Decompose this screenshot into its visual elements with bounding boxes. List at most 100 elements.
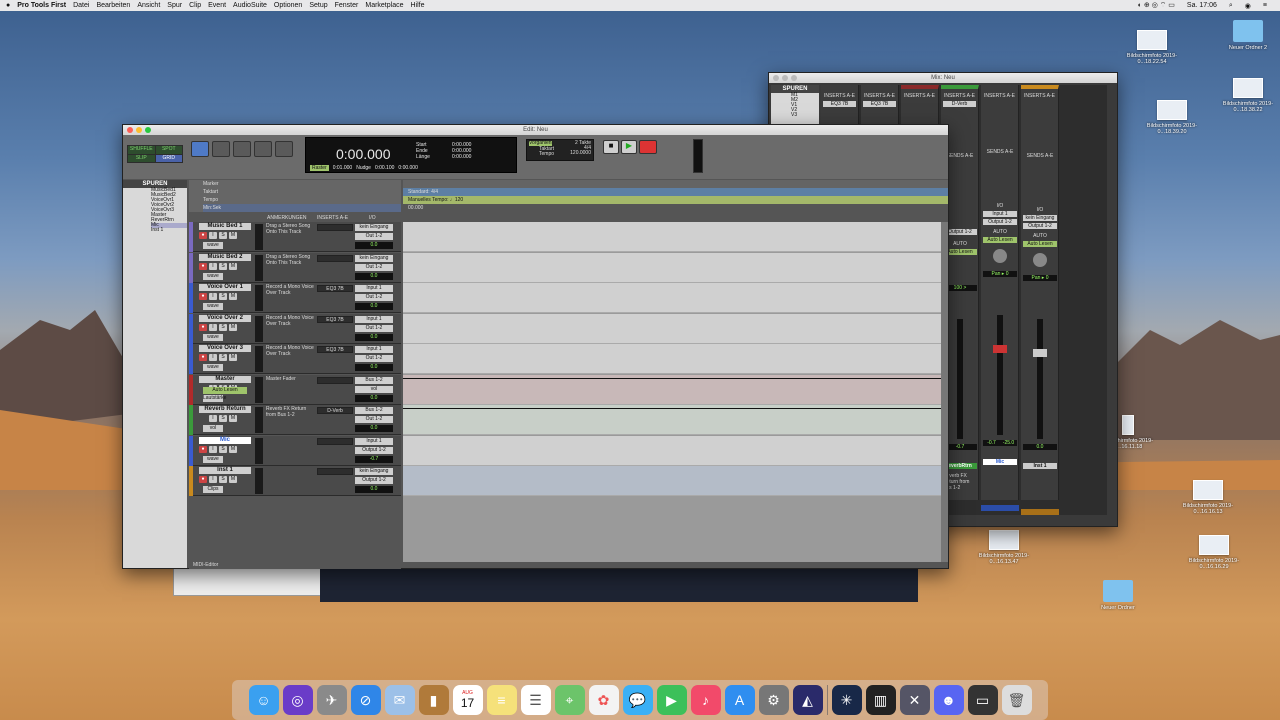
menu-clock[interactable]: Sa. 17:06	[1187, 2, 1217, 9]
facetime-icon[interactable]: ▶	[656, 685, 687, 715]
fader-track[interactable]	[1037, 319, 1043, 439]
input-monitor-button[interactable]: I	[209, 415, 217, 422]
volume-readout[interactable]: 0.0	[355, 303, 393, 310]
menu-fenster[interactable]: Fenster	[335, 2, 359, 9]
record-button[interactable]	[639, 140, 657, 154]
counter-value[interactable]: 0:00.000	[336, 146, 391, 162]
stop-button[interactable]: ■	[603, 140, 619, 154]
record-enable-button[interactable]: ●	[199, 476, 207, 483]
maps-icon[interactable]: ⌖	[554, 685, 585, 715]
menu-optionen[interactable]: Optionen	[274, 2, 302, 9]
input-selector[interactable]: kein Eingang	[355, 468, 393, 475]
mix-track-item[interactable]: V3	[791, 113, 819, 118]
insert-slot[interactable]	[317, 468, 353, 475]
reminders-icon[interactable]: ☰	[520, 685, 551, 715]
insert-slot[interactable]: D-Verb	[943, 101, 976, 107]
mute-button[interactable]: M	[229, 415, 237, 422]
input-selector[interactable]: Input 1	[983, 211, 1017, 217]
mute-button[interactable]: M	[229, 445, 237, 453]
track-name[interactable]: Music Bed 2	[199, 253, 251, 261]
menu-bearbeiten[interactable]: Bearbeiten	[96, 2, 130, 9]
input-selector[interactable]: Input 1	[355, 315, 393, 323]
volume-readout[interactable]: 0.0	[355, 242, 393, 249]
track-header[interactable]: Reverb Return I S Mvol Reverb FX Return from…	[189, 405, 401, 435]
app-icon[interactable]: ✳	[831, 685, 862, 715]
input-monitor-button[interactable]: I	[209, 445, 217, 453]
input-selector[interactable]: Bus 1-2	[355, 376, 393, 384]
track-name[interactable]: Voice Over 2	[199, 314, 251, 322]
automation-selector[interactable]: Auto Lesen	[203, 386, 247, 394]
track-playlist[interactable]	[403, 313, 941, 344]
output-selector[interactable]: Out 1-2	[355, 355, 393, 362]
trash-icon[interactable]: 🗑	[1001, 685, 1032, 715]
menu-datei[interactable]: Datei	[73, 2, 89, 9]
input-selector[interactable]: kein Eingang	[1023, 215, 1057, 221]
grabber-tool-icon[interactable]	[254, 141, 272, 157]
menu-clip[interactable]: Clip	[189, 2, 201, 9]
volume-readout[interactable]: 0.0	[355, 425, 393, 432]
photos-icon[interactable]: ✿	[588, 685, 619, 715]
record-enable-button[interactable]: ●	[199, 445, 207, 453]
music-icon[interactable]: ♪	[690, 685, 721, 715]
keyboard-app-icon[interactable]: ▥	[865, 685, 896, 715]
track-comment[interactable]: Record a Mono Voice Over Track	[266, 345, 314, 357]
minimize-button[interactable]	[136, 127, 142, 133]
input-monitor-button[interactable]: I	[209, 293, 217, 300]
track-header[interactable]: Voice Over 3 ● I S Mwave Record a Mono Voice …	[189, 344, 401, 374]
insert-slot[interactable]	[317, 224, 353, 231]
insert-slot[interactable]	[317, 376, 353, 384]
desktop-file[interactable]: Bildschirmfoto 2019-0...16.16.29	[1184, 535, 1244, 570]
track-comment[interactable]: Master Fader	[266, 376, 314, 382]
launchpad-icon[interactable]: ✈	[316, 685, 347, 715]
mode-spot[interactable]: SPOT	[155, 146, 182, 154]
volume-readout[interactable]: 0.0	[355, 272, 393, 280]
mute-button[interactable]: M	[229, 354, 237, 361]
input-monitor-button[interactable]: I	[209, 232, 217, 239]
mode-shuffle[interactable]: SHUFFLE	[128, 146, 155, 154]
view-selector[interactable]: wave	[203, 364, 223, 371]
solo-button[interactable]: S	[219, 293, 227, 300]
notes-brown-icon[interactable]: ▮	[418, 685, 449, 715]
input-selector[interactable]: kein Eingang	[355, 254, 393, 262]
output-selector[interactable]: Output 1-2	[983, 219, 1017, 225]
volume-readout[interactable]: -0.7	[355, 455, 393, 463]
input-monitor-button[interactable]: I	[209, 323, 217, 331]
insert-slot[interactable]: D-Verb	[317, 407, 353, 414]
fader-cap[interactable]	[1033, 349, 1047, 357]
track-header[interactable]: Voice Over 1 ● I S Mwave Record a Mono Voice …	[189, 283, 401, 313]
volume-readout[interactable]: 0.0	[355, 486, 393, 493]
pan-knob[interactable]	[993, 249, 1007, 263]
mode-slip[interactable]: SLIP	[128, 154, 155, 162]
input-selector[interactable]: Input 1	[355, 437, 393, 445]
track-playlist[interactable]	[403, 466, 941, 496]
track-playlist[interactable]	[403, 252, 941, 283]
track-header[interactable]: Voice Over 2 ● I S Mwave Record a Mono Voice …	[189, 313, 401, 344]
track-header[interactable]: Music Bed 1 ● I S Mwave Drag a Stereo Song On…	[189, 222, 401, 252]
status-icons[interactable]: ◐ ⊕ ◎ ⌔ ▭	[1138, 1, 1175, 10]
desktop-file[interactable]: Bildschirmfoto 2019-0...16.13.47	[974, 530, 1034, 565]
input-monitor-button[interactable]: I	[209, 262, 217, 270]
desktop-folder-neuer-ordner-2[interactable]: Neuer Ordner 2	[1218, 20, 1278, 51]
mute-button[interactable]: M	[229, 323, 237, 331]
utility-icon[interactable]: ✕	[899, 685, 930, 715]
track-header[interactable]: MasterISMLautstärkeMaster FaderBus 1-2vo…	[189, 374, 401, 405]
volume-readout[interactable]: 0.0	[355, 333, 393, 341]
view-selector[interactable]: wave	[203, 303, 223, 310]
menu-app-name[interactable]: Pro Tools First	[17, 2, 66, 9]
menu-spur[interactable]: Spur	[167, 2, 182, 9]
mute-button[interactable]: M	[229, 476, 237, 483]
system-prefs-icon[interactable]: ⚙	[758, 685, 789, 715]
track-comment[interactable]: Drag a Stereo Song Onto This Track	[266, 254, 314, 266]
volume-readout[interactable]: 0.0	[355, 394, 393, 402]
mute-button[interactable]: M	[229, 262, 237, 270]
discord-icon[interactable]: ☻	[933, 685, 964, 715]
apple-icon[interactable]: ●	[6, 2, 10, 9]
track-name[interactable]: Master	[199, 375, 251, 383]
view-selector[interactable]: wave	[203, 455, 223, 463]
length-value[interactable]: 0:00.000	[452, 154, 471, 160]
track-comment[interactable]: Drag a Stereo Song Onto This Track	[266, 223, 314, 235]
menu-event[interactable]: Event	[208, 2, 226, 9]
selection-value[interactable]: 0:00.000	[398, 165, 417, 171]
track-name[interactable]: Voice Over 1	[199, 284, 251, 291]
view-selector[interactable]: wave	[203, 333, 223, 341]
